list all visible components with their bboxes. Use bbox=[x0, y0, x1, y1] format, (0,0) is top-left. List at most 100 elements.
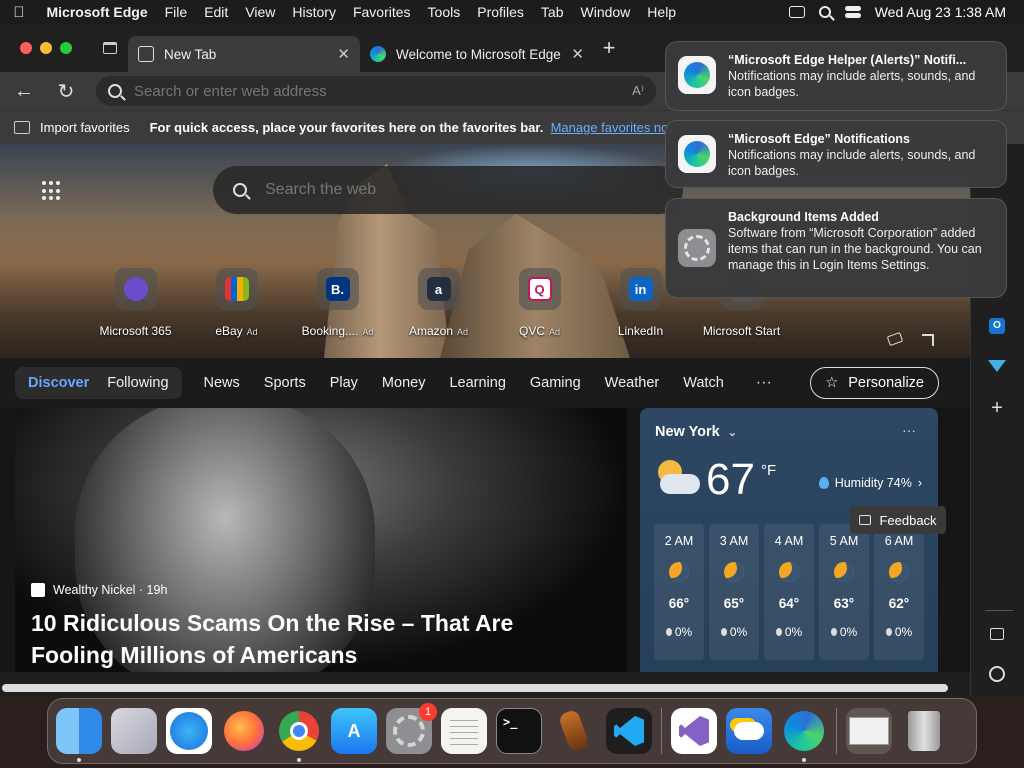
menu-clock[interactable]: Wed Aug 23 1:38 AM bbox=[875, 4, 1006, 20]
news-card[interactable]: Wealthy Nickel · 19h 10 Ridiculous Scams… bbox=[15, 408, 627, 672]
expand-icon[interactable] bbox=[922, 334, 934, 346]
dock-weather-icon[interactable] bbox=[726, 708, 772, 754]
tab-learning[interactable]: Learning bbox=[437, 375, 517, 391]
horizontal-scrollbar[interactable] bbox=[2, 684, 948, 692]
tab-close-icon[interactable]: ✕ bbox=[337, 45, 350, 63]
quicklink-qvc[interactable]: Q QVC Ad bbox=[489, 268, 590, 338]
web-search-input[interactable] bbox=[265, 181, 663, 199]
tab-gaming[interactable]: Gaming bbox=[518, 375, 593, 391]
dock-vscode-icon[interactable] bbox=[606, 708, 652, 754]
hour-forecast[interactable]: 3 AM 65° 0% bbox=[709, 524, 759, 660]
drop-button[interactable] bbox=[987, 356, 1007, 376]
notification-title: Background Items Added bbox=[728, 210, 879, 224]
dock-garageband-icon[interactable] bbox=[551, 708, 597, 754]
weather-location[interactable]: New York ⌄ bbox=[655, 424, 737, 440]
dock-safari-icon[interactable] bbox=[166, 708, 212, 754]
tab-new-tab[interactable]: New Tab ✕ bbox=[128, 36, 360, 72]
more-tabs-button[interactable]: ··· bbox=[756, 374, 772, 392]
menu-view[interactable]: View bbox=[237, 4, 284, 20]
quicklink-ebay[interactable]: eBay Ad bbox=[186, 268, 287, 338]
tab-play[interactable]: Play bbox=[318, 375, 370, 391]
app-launcher-icon[interactable] bbox=[42, 181, 62, 201]
hide-sidebar-button[interactable] bbox=[987, 624, 1007, 644]
zoom-window-button[interactable] bbox=[60, 42, 72, 54]
hour-forecast[interactable]: 6 AM 62° 0% bbox=[874, 524, 924, 660]
dock-edge-icon[interactable] bbox=[781, 708, 827, 762]
weather-more-button[interactable]: ··· bbox=[902, 422, 916, 438]
dock-terminal-icon[interactable]: >_ bbox=[496, 708, 542, 754]
back-button[interactable]: ← bbox=[12, 80, 36, 103]
notification-edge[interactable]: “Microsoft Edge” Notifications Notificat… bbox=[665, 120, 1007, 188]
dock-visual-studio-icon[interactable] bbox=[671, 708, 717, 754]
tab-welcome[interactable]: Welcome to Microsoft Edge ✕ bbox=[360, 36, 594, 72]
quicklink-label: eBay bbox=[215, 324, 243, 338]
new-tab-button[interactable]: + bbox=[594, 35, 624, 61]
tab-money[interactable]: Money bbox=[370, 375, 438, 391]
dock-app-store-icon[interactable]: A bbox=[331, 708, 377, 754]
manage-favorites-link[interactable]: Manage favorites now bbox=[551, 120, 678, 135]
tab-close-icon[interactable]: ✕ bbox=[571, 45, 584, 63]
minimize-window-button[interactable] bbox=[40, 42, 52, 54]
tab-following[interactable]: Following bbox=[98, 375, 177, 391]
address-input[interactable] bbox=[134, 82, 621, 100]
temp-unit: °F bbox=[760, 462, 777, 479]
omnibox[interactable]: A⁾ bbox=[96, 76, 656, 106]
quicklink-label: Booking.... bbox=[301, 324, 359, 338]
menu-file[interactable]: File bbox=[156, 4, 196, 20]
hour-forecast[interactable]: 2 AM 66° 0% bbox=[654, 524, 704, 660]
dock-trash-icon[interactable] bbox=[901, 708, 947, 754]
tab-weather[interactable]: Weather bbox=[593, 375, 672, 391]
control-center-icon[interactable] bbox=[844, 6, 861, 18]
hour-forecast[interactable]: 4 AM 64° 0% bbox=[764, 524, 814, 660]
tab-discover[interactable]: Discover bbox=[19, 375, 98, 391]
tab-actions-button[interactable] bbox=[92, 36, 128, 60]
tab-sports[interactable]: Sports bbox=[252, 375, 318, 391]
sidebar-settings-button[interactable] bbox=[987, 664, 1007, 684]
dock-launchpad-icon[interactable] bbox=[111, 708, 157, 754]
menu-edit[interactable]: Edit bbox=[196, 4, 237, 20]
hour-time: 2 AM bbox=[664, 534, 694, 548]
dock-system-settings-icon[interactable]: 1 bbox=[386, 703, 437, 754]
quicklink-amazon[interactable]: a Amazon Ad bbox=[388, 268, 489, 338]
tab-watch[interactable]: Watch bbox=[671, 375, 736, 391]
quicklink-booking[interactable]: B. Booking.... Ad bbox=[287, 268, 388, 338]
weather-card[interactable]: New York ⌄ ··· 67 °F Humidity 74% › 2 AM… bbox=[640, 408, 938, 672]
dock-textedit-icon[interactable] bbox=[441, 708, 487, 754]
notification-edge-helper[interactable]: “Microsoft Edge Helper (Alerts)” Notifi.… bbox=[665, 41, 1007, 111]
outlook-button[interactable]: O bbox=[987, 316, 1007, 336]
dock-firefox-icon[interactable] bbox=[221, 708, 267, 754]
read-aloud-icon[interactable]: A⁾ bbox=[632, 83, 644, 99]
dock-finder-icon[interactable] bbox=[56, 708, 102, 762]
personalize-button[interactable]: ☆ Personalize bbox=[810, 367, 939, 399]
drop-icon bbox=[830, 628, 837, 636]
menu-help[interactable]: Help bbox=[639, 4, 685, 20]
menu-tab[interactable]: Tab bbox=[532, 4, 572, 20]
quicklink-microsoft-365[interactable]: Microsoft 365 bbox=[85, 268, 186, 338]
story-source-text: Wealthy Nickel · 19h bbox=[53, 583, 168, 597]
import-favorites-button[interactable]: Import favorites bbox=[40, 120, 130, 135]
refresh-button[interactable]: ↻ bbox=[54, 79, 78, 104]
menu-favorites[interactable]: Favorites bbox=[344, 4, 419, 20]
hour-forecast[interactable]: 5 AM 63° 0% bbox=[819, 524, 869, 660]
add-sidebar-app-button[interactable]: + bbox=[987, 397, 1007, 419]
menu-tools[interactable]: Tools bbox=[419, 4, 469, 20]
dock-downloads-icon[interactable] bbox=[846, 708, 892, 754]
apple-menu-icon[interactable]:  bbox=[0, 4, 38, 21]
notification-background-items[interactable]: Background Items Added Software from “Mi… bbox=[665, 198, 1007, 298]
menu-history[interactable]: History bbox=[284, 4, 345, 20]
tab-news[interactable]: News bbox=[192, 375, 252, 391]
screen-mirroring-icon[interactable] bbox=[788, 6, 805, 18]
feedback-button[interactable]: Feedback bbox=[850, 506, 946, 534]
story-title[interactable]: 10 Ridiculous Scams On the Rise – That A… bbox=[31, 607, 591, 671]
page-settings-icon[interactable] bbox=[886, 331, 904, 347]
notification-title: “Microsoft Edge Helper (Alerts)” Notifi.… bbox=[728, 53, 967, 67]
web-search-box[interactable] bbox=[213, 166, 683, 214]
close-window-button[interactable] bbox=[20, 42, 32, 54]
hero-tools bbox=[886, 331, 934, 347]
humidity-link[interactable]: Humidity 74% › bbox=[818, 476, 922, 490]
dock-chrome-icon[interactable] bbox=[276, 708, 322, 762]
menu-profiles[interactable]: Profiles bbox=[469, 4, 533, 20]
menu-window[interactable]: Window bbox=[572, 4, 639, 20]
menu-app-name[interactable]: Microsoft Edge bbox=[38, 4, 156, 20]
spotlight-search-icon[interactable] bbox=[818, 6, 831, 18]
